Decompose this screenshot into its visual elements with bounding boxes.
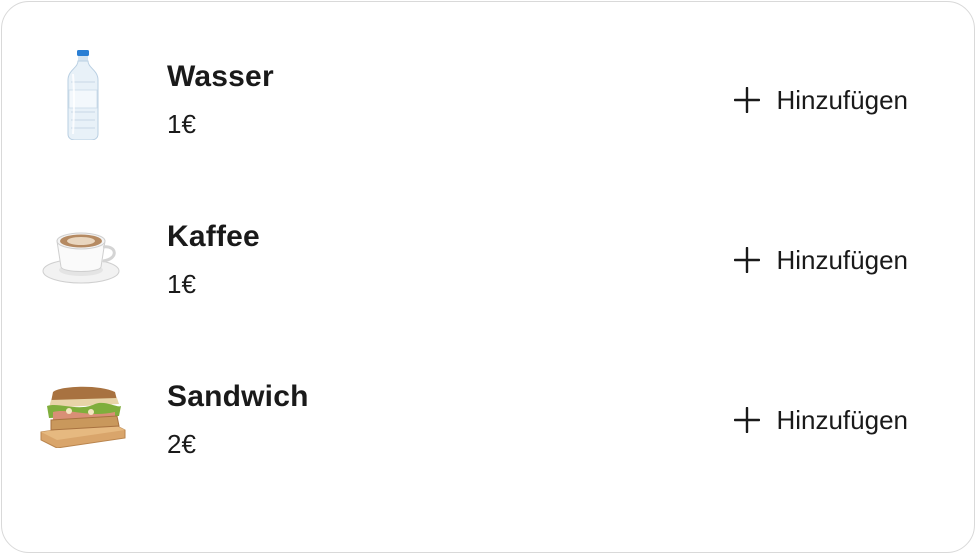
- add-button[interactable]: Hinzufügen: [734, 240, 908, 280]
- add-button[interactable]: Hinzufügen: [734, 400, 908, 440]
- sandwich-icon: [38, 370, 128, 460]
- add-button[interactable]: Hinzufügen: [734, 80, 908, 120]
- add-button-label: Hinzufügen: [776, 244, 908, 275]
- list-item: Sandwich 2€ Hinzufügen: [2, 342, 976, 472]
- product-name: Kaffee: [167, 220, 260, 253]
- plus-icon: [734, 87, 761, 113]
- list-item: Kaffee 1€ Hinzufügen: [2, 182, 976, 312]
- list-item: Wasser 1€ Hinzufügen: [2, 22, 976, 152]
- product-name: Wasser: [167, 60, 274, 93]
- plus-icon: [734, 247, 761, 273]
- product-price: 1€: [167, 269, 196, 299]
- plus-icon: [734, 407, 761, 433]
- add-button-label: Hinzufügen: [776, 84, 908, 115]
- product-price: 1€: [167, 109, 196, 139]
- add-button-label: Hinzufügen: [776, 404, 908, 435]
- product-list-card: Wasser 1€ Hinzufügen Kaffee 1€ Hinzufüge…: [1, 1, 975, 553]
- product-name: Sandwich: [167, 380, 309, 413]
- water-bottle-icon: [38, 50, 128, 140]
- coffee-cup-icon: [38, 210, 128, 300]
- product-price: 2€: [167, 429, 196, 459]
